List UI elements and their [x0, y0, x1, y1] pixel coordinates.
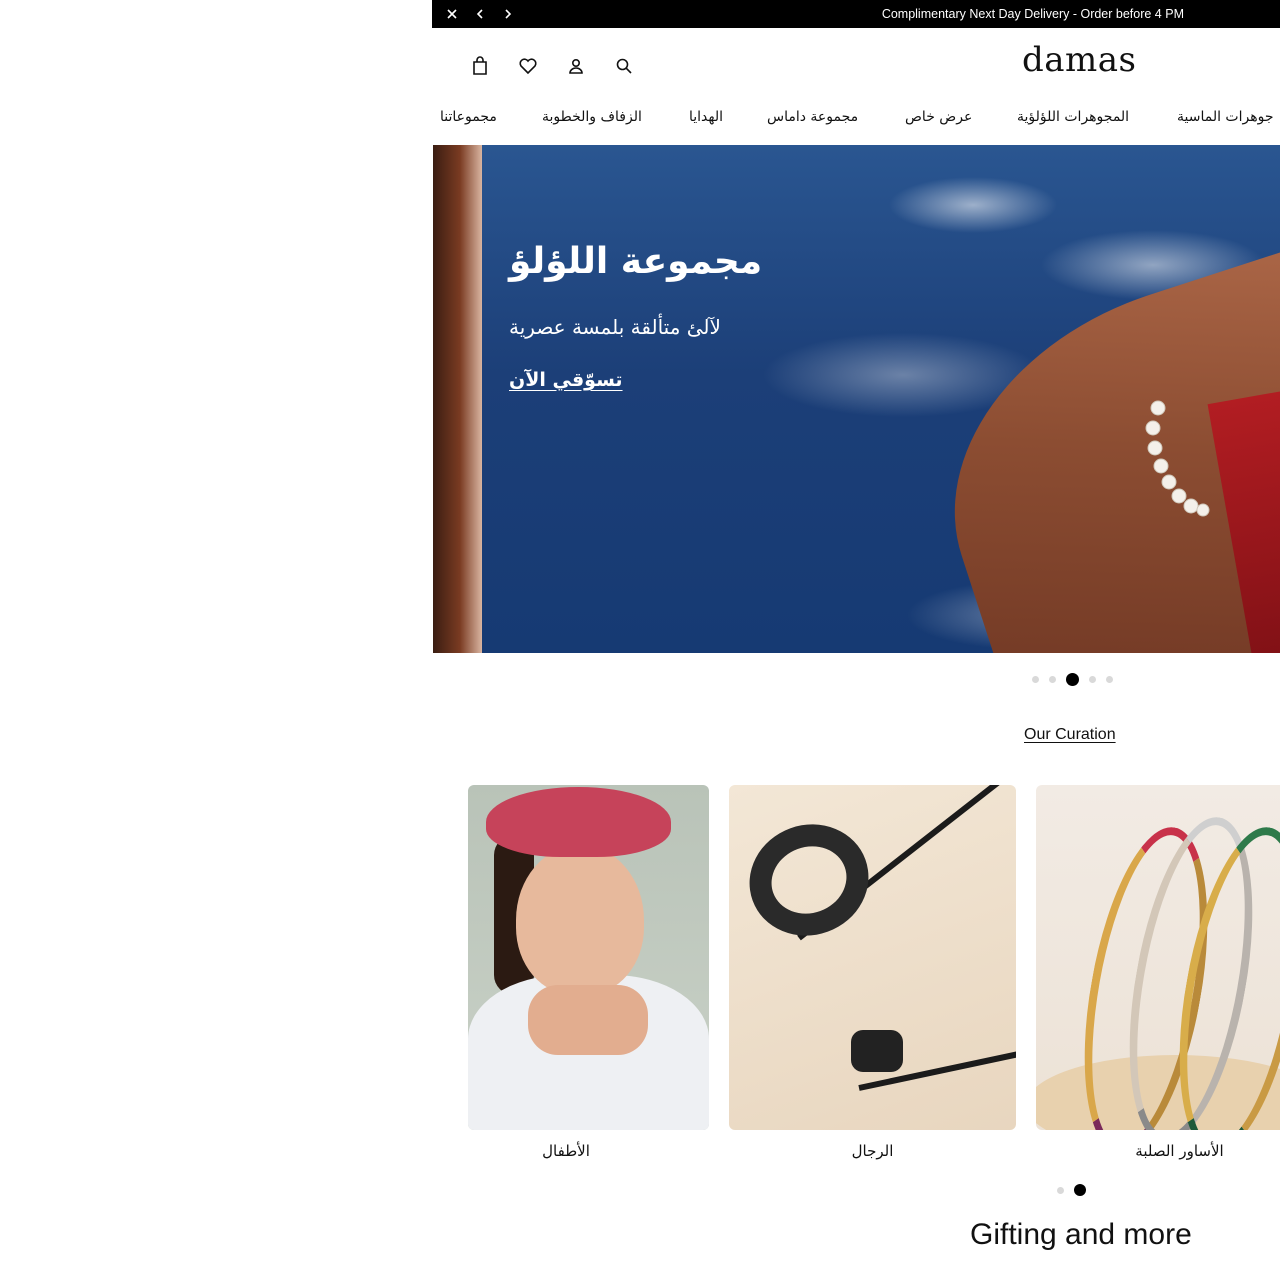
nav-item-special-offer[interactable]: عرض خاص: [905, 104, 972, 130]
announcement-message: Complimentary Next Day Delivery - Order …: [881, 7, 1184, 21]
men-image-pendant: [851, 1030, 903, 1072]
nav-item-damas-collection[interactable]: مجموعة داماس: [767, 104, 858, 130]
curation-card-label-kids[interactable]: الأطفال: [468, 1142, 664, 1160]
wishlist-button[interactable]: [512, 50, 544, 82]
hero-carousel-dots: [1032, 673, 1113, 686]
search-button[interactable]: [608, 50, 640, 82]
account-button[interactable]: [560, 50, 592, 82]
men-image-ring: [733, 807, 885, 953]
our-curation-link[interactable]: Our Curation: [1024, 726, 1116, 744]
pearl-bracelet-image: [1145, 400, 1210, 517]
nav-item-pearl-jewellery[interactable]: المجوهرات اللؤلؤية: [1017, 104, 1129, 130]
curation-card-men[interactable]: [729, 785, 1016, 1130]
heart-icon: [519, 58, 537, 75]
curation-page-dot-2[interactable]: [1074, 1184, 1086, 1196]
close-icon: [447, 9, 457, 19]
main-navigation: جوهرات الماسية المجوهرات اللؤلؤية عرض خا…: [432, 104, 1280, 144]
nav-item-diamond-jewellery[interactable]: جوهرات الماسية: [1177, 104, 1274, 130]
kids-image-beret: [486, 787, 671, 857]
chevron-left-icon: [476, 9, 483, 19]
hero-slide-dot-4[interactable]: [1089, 676, 1096, 683]
curation-card-label-men[interactable]: الرجال: [729, 1142, 1016, 1160]
shopping-bag-icon: [473, 56, 487, 75]
kids-image-face: [516, 845, 644, 995]
close-announcement-button[interactable]: [438, 0, 466, 28]
next-announcement-button[interactable]: [494, 0, 522, 28]
user-icon: [569, 58, 583, 74]
chevron-right-icon: [505, 9, 512, 19]
curation-card-label-bangles[interactable]: الأساور الصلبة: [1036, 1142, 1280, 1160]
announcement-bar: Complimentary Next Day Delivery - Order …: [432, 0, 1280, 28]
hero-banner[interactable]: مجموعة اللؤلؤ لآلئ متألقة بلمسة عصرية تس…: [433, 145, 1280, 653]
site-header: damas: [432, 28, 1280, 104]
hero-slide-dot-5[interactable]: [1106, 676, 1113, 683]
gifting-section-title: Gifting and more: [970, 1218, 1192, 1251]
brand-logo[interactable]: damas: [1022, 40, 1137, 80]
curation-card-bangles[interactable]: [1036, 785, 1280, 1130]
curation-card-kids[interactable]: [468, 785, 709, 1130]
nav-item-our-collections[interactable]: مجموعاتنا: [440, 104, 497, 130]
hero-title: مجموعة اللؤلؤ: [509, 241, 763, 282]
previous-announcement-button[interactable]: [466, 0, 494, 28]
kids-image-hands: [528, 985, 648, 1055]
nav-item-bridal[interactable]: الزفاف والخطوبة: [542, 104, 642, 130]
search-icon: [616, 58, 632, 74]
hero-slide-dot-2[interactable]: [1049, 676, 1056, 683]
shop-now-link[interactable]: تسوّقي الآن: [509, 369, 623, 391]
previous-slide-peek: [433, 145, 482, 653]
cart-button[interactable]: [464, 50, 496, 82]
storefront-page: Complimentary Next Day Delivery - Order …: [432, 0, 1280, 1280]
nav-item-gifts[interactable]: الهدايا: [689, 104, 723, 130]
curation-carousel-dots: [1057, 1184, 1086, 1196]
hero-slide-dot-1[interactable]: [1032, 676, 1039, 683]
curation-page-dot-1[interactable]: [1057, 1186, 1064, 1194]
hero-subtitle: لآلئ متألقة بلمسة عصرية: [509, 315, 721, 339]
hero-slide-dot-3[interactable]: [1066, 673, 1079, 686]
